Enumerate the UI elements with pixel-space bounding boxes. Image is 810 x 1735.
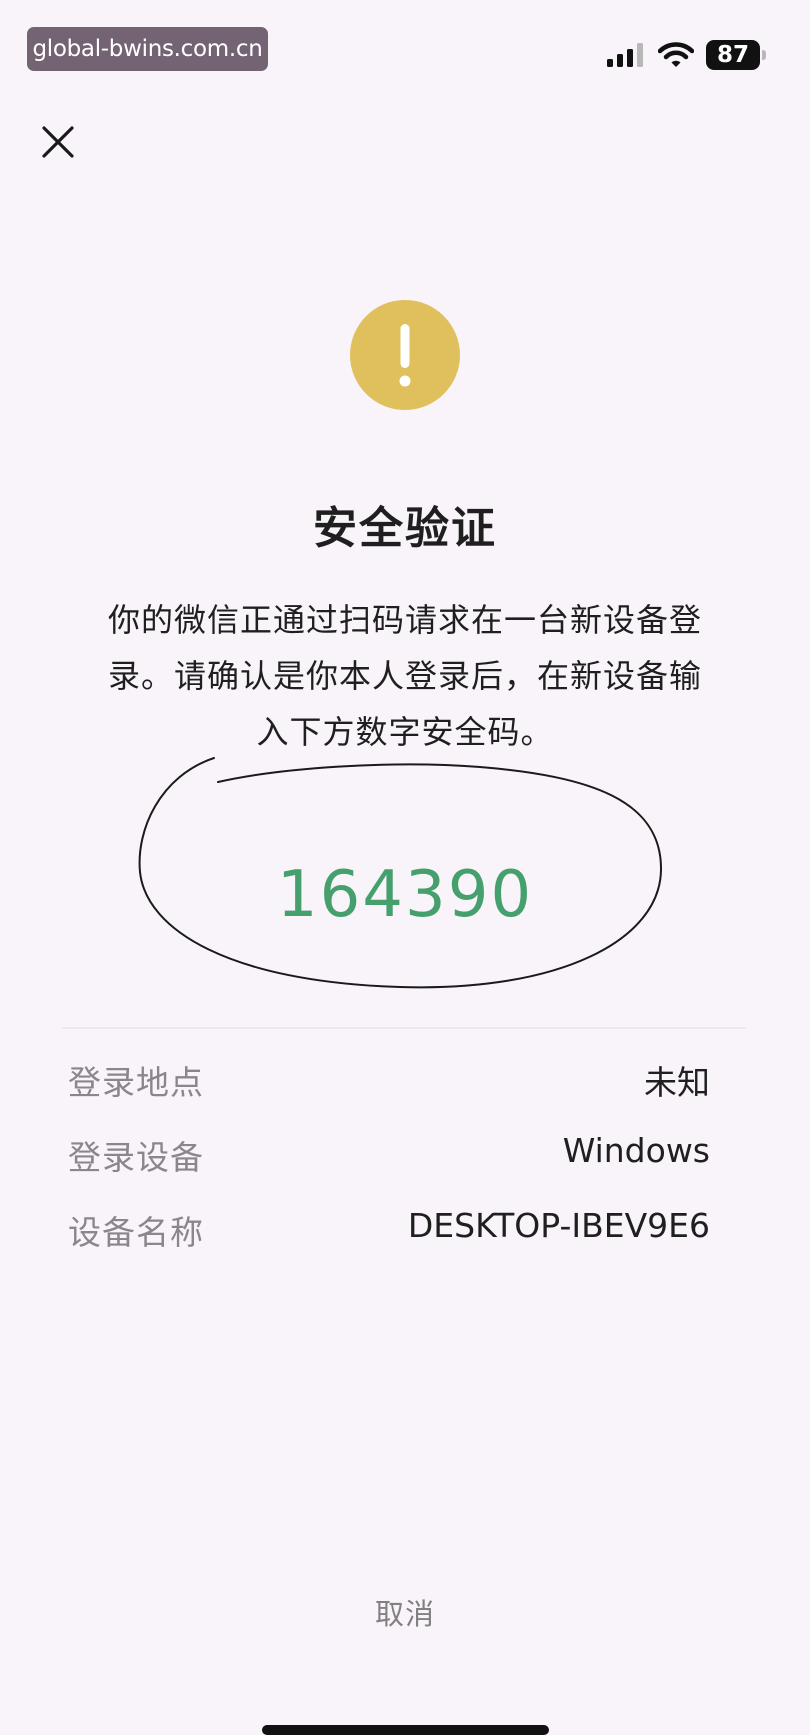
info-value: Windows (562, 1131, 710, 1170)
info-label: 登录设备 (68, 1138, 204, 1177)
info-value: DESKTOP-IBEV9E6 (407, 1206, 710, 1245)
battery-indicator: 87 (706, 40, 766, 70)
description-line: 录。请确认是你本人登录后，在新设备输 (107, 657, 702, 695)
cellular-signal-icon (607, 43, 643, 67)
security-code: 164390 (276, 858, 534, 932)
info-label: 设备名称 (68, 1213, 204, 1252)
status-icons: 87 (606, 38, 766, 72)
divider (62, 1027, 746, 1029)
info-value: 未知 (644, 1063, 710, 1102)
home-indicator[interactable] (262, 1725, 549, 1735)
warning-icon (350, 300, 460, 410)
info-row-device-name: 设备名称 DESKTOP-IBEV9E6 (68, 1206, 710, 1256)
status-bar: global-bwins.com.cn 87 (0, 0, 810, 100)
info-row-device: 登录设备 Windows (68, 1131, 710, 1181)
watermark-banner: global-bwins.com.cn (27, 27, 268, 71)
info-row-location: 登录地点 未知 (68, 1056, 710, 1106)
description: 你的微信正通过扫码请求在一台新设备登 录。请确认是你本人登录后，在新设备输 入下… (74, 592, 736, 760)
page-title: 安全验证 (313, 503, 497, 554)
description-line: 入下方数字安全码。 (256, 713, 554, 751)
wifi-icon (658, 42, 694, 67)
description-line: 你的微信正通过扫码请求在一台新设备登 (107, 601, 702, 639)
close-icon[interactable] (38, 122, 78, 162)
info-label: 登录地点 (68, 1063, 204, 1102)
cancel-button[interactable]: 取消 (0, 1591, 810, 1633)
